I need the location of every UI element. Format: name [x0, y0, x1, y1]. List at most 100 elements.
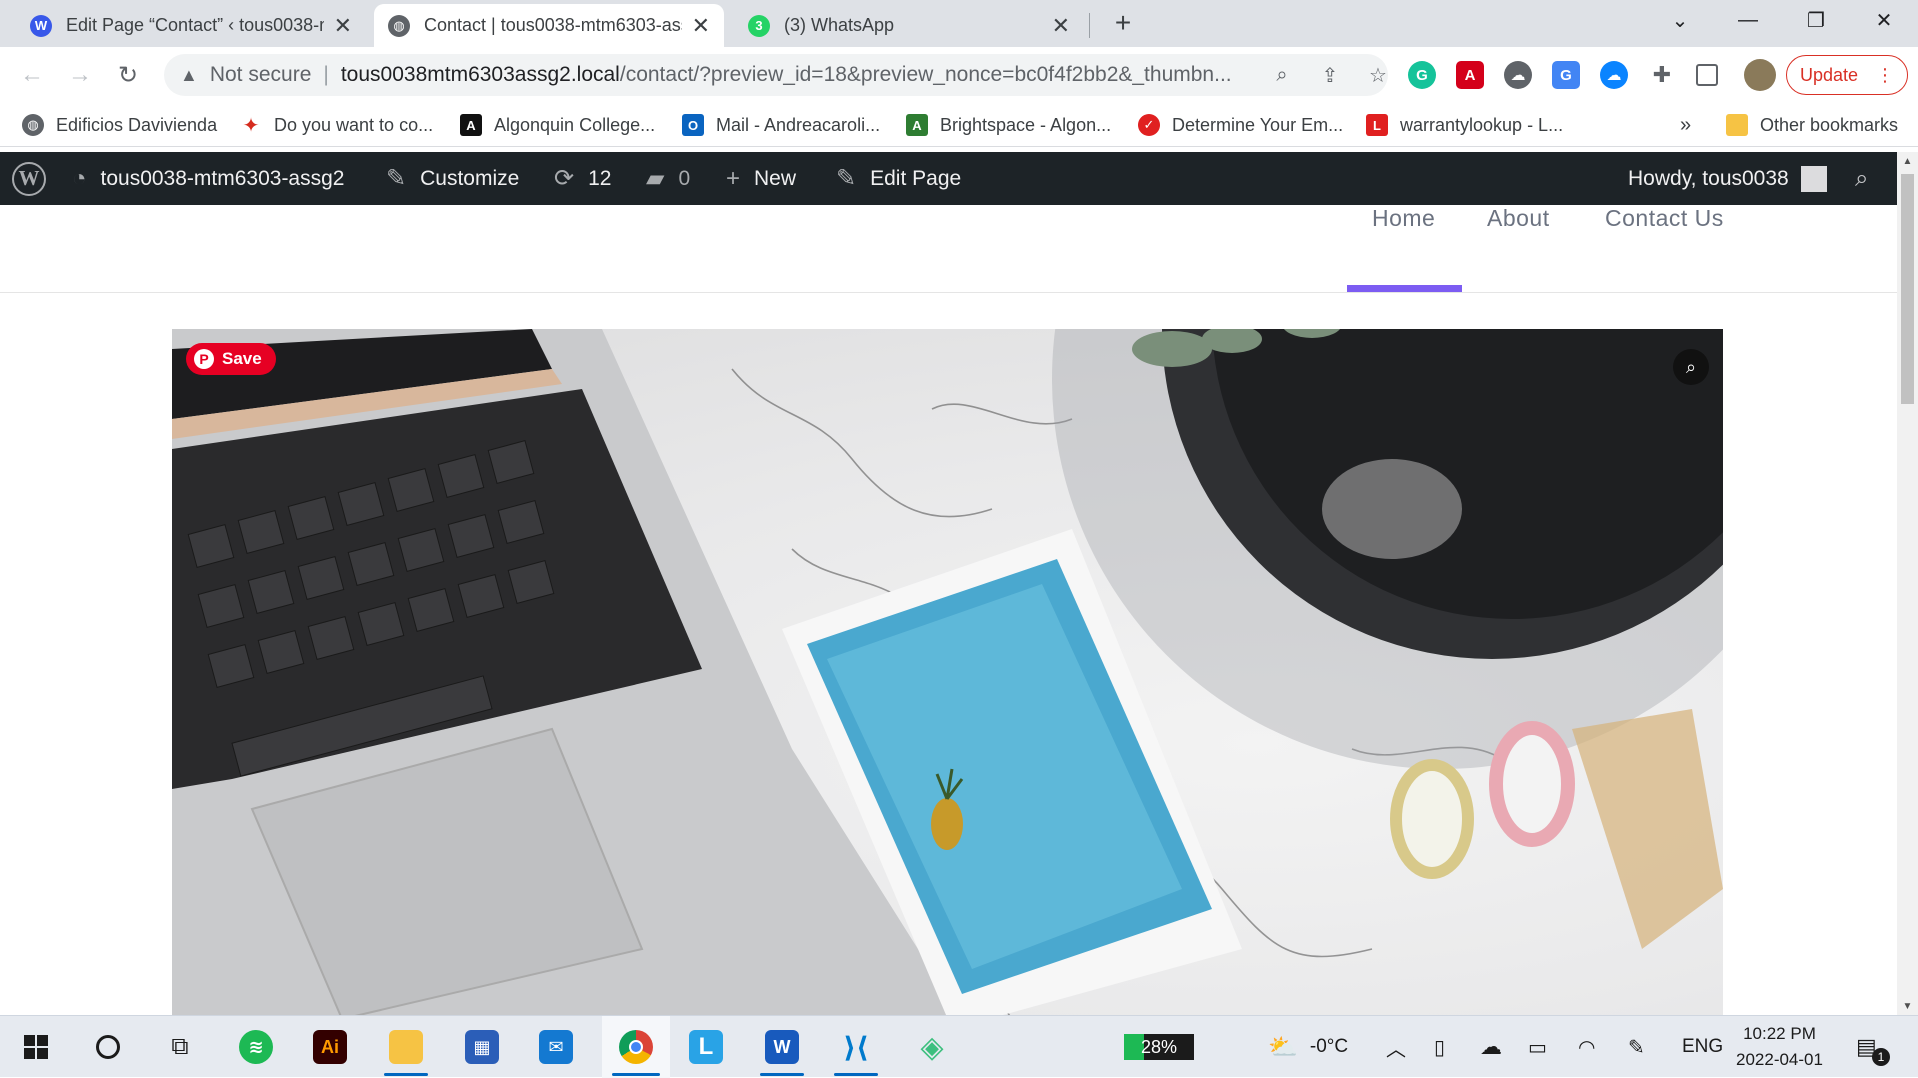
usb-device-icon[interactable]: ▯ — [1434, 1016, 1445, 1078]
url-path: /contact/?preview_id=18&preview_nonce=bc… — [619, 63, 1232, 86]
profile-avatar[interactable] — [1744, 59, 1776, 91]
bookmark-item[interactable]: O Mail - Andreacaroli... — [682, 103, 880, 147]
clock[interactable]: 10:22 PM 2022-04-01 — [1736, 1016, 1823, 1078]
onedrive-tray-icon[interactable]: ☁ — [1480, 1016, 1502, 1078]
taskbar-spotify[interactable]: ≋ — [226, 1016, 286, 1078]
onedrive-icon[interactable]: ☁ — [1600, 61, 1628, 89]
browser-toolbar: ← → ↻ ▲ Not secure | tous0038mtm6303assg… — [0, 47, 1918, 103]
bookmarks-bar: ◍ Edificios Davivienda ✦ Do you want to … — [0, 103, 1918, 147]
active-nav-indicator — [1347, 285, 1462, 292]
bookmarks-overflow-button[interactable]: » — [1680, 103, 1691, 147]
battery-meter-widget[interactable]: 28% — [1124, 1016, 1194, 1078]
bookmark-item[interactable]: ✓ Determine Your Em... — [1138, 103, 1343, 147]
globe-icon: ◍ — [388, 14, 410, 37]
scroll-up-arrow-icon[interactable]: ▲ — [1897, 152, 1918, 170]
bookmark-item[interactable]: A Algonquin College... — [460, 103, 655, 147]
battery-tray-icon[interactable]: ▭ — [1528, 1016, 1547, 1078]
comment-bubble-icon: ▰ — [646, 165, 665, 192]
running-indicator — [612, 1073, 660, 1076]
nav-home[interactable]: Home — [1372, 205, 1435, 235]
tab-whatsapp[interactable]: 3 (3) WhatsApp ✕ — [734, 4, 1084, 47]
tab-search-chevron-icon[interactable]: ⌄ — [1650, 0, 1710, 40]
grammarly-icon[interactable]: G — [1408, 61, 1436, 89]
new-tab-button[interactable]: + — [1106, 6, 1140, 40]
side-panel-icon[interactable] — [1696, 64, 1718, 86]
other-bookmarks[interactable]: Other bookmarks — [1726, 103, 1898, 147]
restore-button[interactable]: ❐ — [1786, 0, 1846, 40]
wp-site-name[interactable]: ◔ tous0038-mtm6303-assg2 — [72, 152, 344, 205]
taskbar-file-explorer[interactable] — [376, 1016, 436, 1078]
whatsapp-icon: 3 — [748, 14, 770, 37]
close-icon[interactable]: ✕ — [1052, 13, 1070, 39]
close-window-button[interactable]: ✕ — [1854, 0, 1914, 40]
vertical-scrollbar[interactable]: ▲ ▼ — [1897, 152, 1918, 1015]
taskbar-store[interactable]: ▦ — [452, 1016, 512, 1078]
algonquin-icon: A — [460, 114, 482, 136]
bookmark-label: warrantylookup - L... — [1400, 114, 1564, 135]
security-label[interactable]: Not secure — [210, 63, 312, 87]
bookmark-item[interactable]: ✦ Do you want to co... — [240, 103, 433, 147]
wp-edit-page[interactable]: ✎ Edit Page — [836, 152, 961, 205]
taskbar-illustrator[interactable]: Ai — [300, 1016, 360, 1078]
notification-count-badge: 1 — [1872, 1048, 1890, 1066]
google-translate-icon[interactable]: G — [1552, 61, 1580, 89]
search-button[interactable] — [78, 1016, 138, 1078]
scrollbar-thumb[interactable] — [1901, 174, 1914, 404]
close-icon[interactable]: ✕ — [692, 13, 710, 39]
weather-widget[interactable]: ⛅ -0°C — [1268, 1016, 1348, 1078]
cloud-icon[interactable]: ☁ — [1504, 61, 1532, 89]
page-content: Home About Contact Us P Save ⌕ — [0, 205, 1897, 1015]
wp-updates[interactable]: ⟳ 12 — [554, 152, 611, 205]
mail-icon: ✉ — [539, 1030, 573, 1064]
taskbar-vscode[interactable]: ⟩⟨ — [826, 1016, 886, 1078]
taskbar-chrome[interactable] — [602, 1016, 670, 1078]
close-icon[interactable]: ✕ — [334, 13, 352, 39]
running-indicator — [384, 1073, 428, 1076]
extensions-puzzle-icon[interactable]: ✚ — [1648, 61, 1676, 89]
tab-edit-page[interactable]: W Edit Page “Contact” ‹ tous0038-m ✕ — [16, 4, 366, 47]
wp-my-account[interactable]: Howdy, tous0038 — [1628, 152, 1827, 205]
language-indicator[interactable]: ENG — [1682, 1016, 1723, 1078]
bookmark-item[interactable]: A Brightspace - Algon... — [906, 103, 1111, 147]
browser-tab-strip: W Edit Page “Contact” ‹ tous0038-m ✕ ◍ C… — [0, 0, 1918, 47]
cortana-circle-icon — [96, 1035, 120, 1059]
adobe-acrobat-icon[interactable]: A — [1456, 61, 1484, 89]
reload-button[interactable]: ↻ — [108, 55, 148, 95]
forward-button[interactable]: → — [60, 55, 100, 95]
tab-contact[interactable]: ◍ Contact | tous0038-mtm6303-ass ✕ — [374, 4, 724, 47]
pen-icon[interactable]: ✎ — [1628, 1016, 1645, 1078]
scroll-down-arrow-icon[interactable]: ▼ — [1897, 997, 1918, 1015]
wp-new[interactable]: + New — [726, 152, 796, 205]
taskbar-word[interactable]: W — [752, 1016, 812, 1078]
clock-date: 2022-04-01 — [1736, 1050, 1823, 1069]
notifications-button[interactable]: ▤ 1 — [1856, 1016, 1890, 1078]
back-button[interactable]: ← — [12, 55, 52, 95]
pinterest-save-button[interactable]: P Save — [186, 343, 276, 375]
warning-icon[interactable]: ▲ — [180, 65, 198, 86]
wp-comments[interactable]: ▰ 0 — [646, 152, 690, 205]
wp-logo-icon[interactable]: W — [12, 152, 46, 205]
share-icon[interactable]: ⇪ — [1312, 54, 1348, 96]
chrome-icon — [619, 1030, 653, 1064]
show-hidden-icons-chevron-icon[interactable]: ︿ — [1386, 1016, 1406, 1078]
wifi-icon[interactable]: ◠ — [1578, 1016, 1595, 1078]
zoom-icon[interactable]: ⌕ — [1264, 54, 1300, 96]
bookmark-item[interactable]: ◍ Edificios Davivienda — [22, 103, 217, 147]
wp-customize[interactable]: ✎ Customize — [386, 152, 519, 205]
minimize-button[interactable]: — — [1718, 0, 1778, 40]
pin-save-label: Save — [222, 349, 262, 368]
task-view-button[interactable]: ⧉ — [150, 1016, 210, 1078]
taskbar-lucid[interactable]: L — [676, 1016, 736, 1078]
tab-title: Edit Page “Contact” ‹ tous0038-m — [66, 15, 324, 35]
bookmark-star-icon[interactable]: ☆ — [1360, 54, 1396, 96]
start-button[interactable] — [6, 1016, 66, 1078]
taskbar-mail[interactable]: ✉ — [526, 1016, 586, 1078]
visual-search-icon[interactable]: ⌕ — [1673, 349, 1709, 385]
update-button[interactable]: Update ⋮ — [1786, 55, 1908, 95]
nav-contact-us[interactable]: Contact Us — [1605, 205, 1724, 235]
search-icon[interactable]: ⌕ — [1855, 152, 1868, 205]
bookmark-item[interactable]: L warrantylookup - L... — [1366, 103, 1563, 147]
nav-about[interactable]: About — [1487, 205, 1550, 235]
address-bar[interactable]: ▲ Not secure | tous0038mtm6303assg2.loca… — [164, 54, 1388, 96]
taskbar-app-green[interactable]: ◈ — [902, 1016, 962, 1078]
